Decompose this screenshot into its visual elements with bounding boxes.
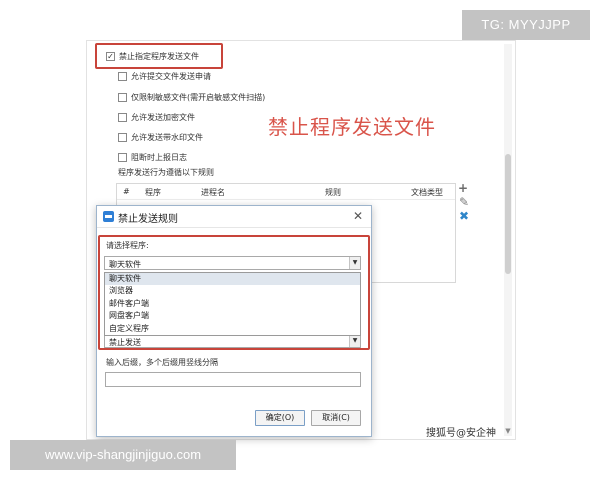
checkbox-icon[interactable] — [118, 153, 127, 162]
column-header-doc-type: 文档类型 — [411, 188, 443, 197]
chevron-down-icon[interactable]: ▼ — [349, 335, 360, 347]
app-icon — [103, 211, 114, 222]
option-label: 允许提交文件发送申请 — [131, 72, 211, 81]
x-icon[interactable]: ✖ — [459, 210, 469, 222]
source-watermark: 搜狐号@安企神 — [426, 428, 496, 439]
annotation-title: 禁止程序发送文件 — [268, 115, 436, 139]
plus-icon[interactable]: + — [458, 182, 468, 194]
dropdown-option[interactable]: 网盘客户端 — [105, 310, 360, 322]
program-select[interactable]: 聊天软件 ▼ — [104, 256, 361, 270]
column-header-rule: 规则 — [325, 188, 341, 197]
allow-watermark-checkbox[interactable]: 允许发送带水印文件 — [118, 132, 203, 143]
extension-label: 输入后缀，多个后缀用竖线分隔 — [106, 358, 218, 367]
dialog-title: 禁止发送规则 — [118, 214, 178, 225]
program-select-value: 聊天软件 — [109, 260, 141, 269]
column-header-index: # — [123, 187, 130, 196]
block-program-send-label: 禁止指定程序发送文件 — [119, 52, 199, 61]
option-label: 仅限制敏感文件(需开启敏感文件扫描) — [131, 93, 266, 102]
allow-encrypted-checkbox[interactable]: 允许发送加密文件 — [118, 112, 195, 123]
column-header-program: 程序 — [145, 188, 161, 197]
rule-select-value: 禁止发送 — [109, 338, 141, 347]
rule-select[interactable]: 禁止发送 ▼ — [104, 334, 361, 348]
scroll-down-arrow-icon[interactable]: ▼ — [504, 426, 512, 436]
checkbox-icon[interactable] — [118, 93, 127, 102]
dropdown-option[interactable]: 自定义程序 — [105, 323, 360, 335]
checkbox-icon[interactable] — [118, 113, 127, 122]
chevron-down-icon[interactable]: ▼ — [349, 257, 360, 269]
pencil-icon[interactable]: ✎ — [459, 196, 469, 208]
checkbox-icon[interactable] — [118, 72, 127, 81]
checkbox-checked-icon[interactable]: ✓ — [106, 52, 115, 61]
column-header-process: 进程名 — [201, 188, 225, 197]
ok-button[interactable]: 确定(O) — [255, 410, 305, 426]
site-watermark: www.vip-shangjinjiguo.com — [10, 440, 236, 470]
option-label: 允许发送带水印文件 — [131, 133, 203, 142]
sensitive-only-checkbox[interactable]: 仅限制敏感文件(需开启敏感文件扫描) — [118, 92, 265, 103]
program-dropdown-list[interactable]: 聊天软件 浏览器 邮件客户端 网盘客户端 自定义程序 — [104, 272, 361, 336]
vertical-scrollbar[interactable]: ▼ — [504, 44, 512, 436]
scroll-thumb[interactable] — [505, 154, 511, 274]
rules-table-header: # 程序 进程名 规则 文档类型 — [117, 184, 455, 200]
rules-caption: 程序发送行为遵循以下规则 — [118, 168, 214, 177]
dropdown-option[interactable]: 浏览器 — [105, 285, 360, 297]
block-program-send-checkbox[interactable]: ✓ 禁止指定程序发送文件 — [106, 51, 199, 62]
dialog-title-bar: 禁止发送规则 ✕ — [97, 206, 371, 228]
cancel-button[interactable]: 取消(C) — [311, 410, 361, 426]
option-label: 允许发送加密文件 — [131, 113, 195, 122]
checkbox-icon[interactable] — [118, 133, 127, 142]
dropdown-option[interactable]: 邮件客户端 — [105, 298, 360, 310]
report-log-checkbox[interactable]: 阻断时上报日志 — [118, 152, 187, 163]
option-label: 阻断时上报日志 — [131, 153, 187, 162]
program-select-label: 请选择程序: — [106, 241, 149, 250]
close-icon[interactable]: ✕ — [353, 209, 363, 223]
telegram-watermark: TG: MYYJJPP — [462, 10, 590, 40]
extension-input[interactable] — [105, 372, 361, 387]
dropdown-option[interactable]: 聊天软件 — [105, 273, 360, 286]
allow-send-request-checkbox[interactable]: 允许提交文件发送申请 — [118, 71, 211, 82]
